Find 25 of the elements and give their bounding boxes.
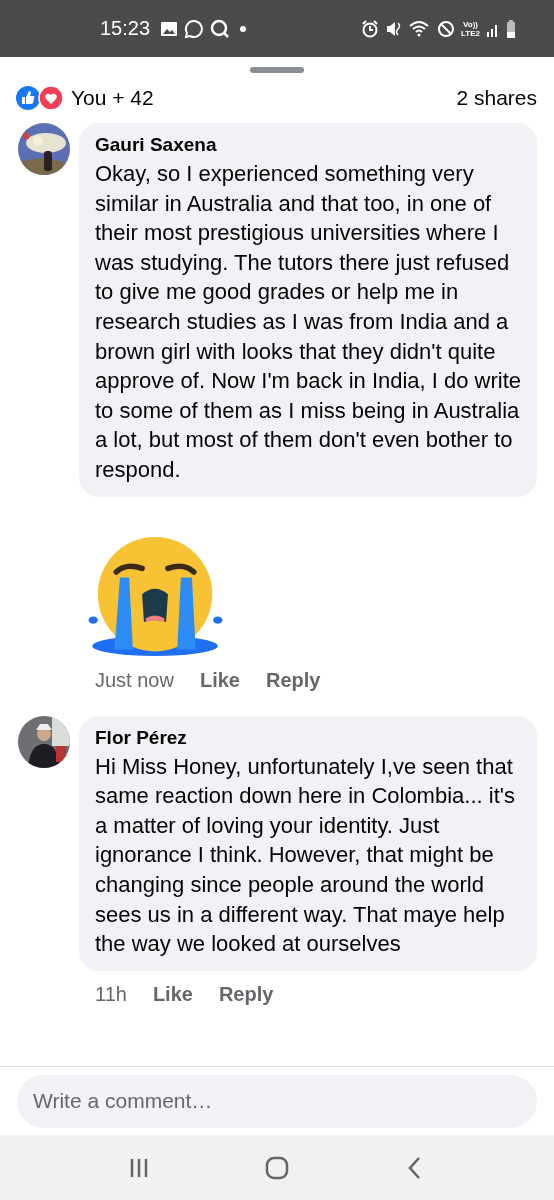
network-label: LTE2	[461, 28, 480, 38]
image-icon	[160, 20, 179, 37]
comment-text: Hi Miss Honey, unfortunately I,ve seen that same reaction down here in Colombia... it's a matter of loving your identity. Just ignorance I think. However, that might be changing since people around the world sees us in a different way. That maye help the way we looked at ourselves	[95, 752, 516, 959]
reply-button[interactable]: Reply	[265, 668, 321, 692]
comment-author[interactable]: Flor Pérez	[95, 726, 523, 749]
network-label: Vo))	[463, 19, 478, 29]
status-time: 15:23	[100, 17, 151, 40]
reply-button[interactable]: Reply	[218, 982, 274, 1006]
search-icon	[210, 18, 231, 39]
reaction-icons	[15, 85, 65, 111]
alarm-icon	[361, 19, 380, 38]
comment-author[interactable]: Gauri Saxena	[95, 134, 523, 156]
shares-count[interactable]: 2 shares	[456, 86, 537, 110]
drag-handle[interactable]	[250, 67, 304, 73]
comment-text: Okay, so I experienced something very similar in Australia and that too, in one of their most prestigious universities where I was studying. The tutors there just refused to give me good grades or help me in research studies as I was from India and a brown girl with looks that they didn't quite approve of. Now I'm back in India, I do write to some of them as I miss being in Australia a lot, but most of them don't even bother to respond.	[95, 160, 523, 484]
blocked-icon	[437, 19, 456, 38]
comment-time: Just now	[95, 668, 174, 692]
home-icon[interactable]	[264, 1154, 290, 1181]
comment-time: 11h	[95, 982, 127, 1006]
like-button[interactable]: Like	[199, 668, 240, 692]
reaction-summary[interactable]: You + 42	[71, 86, 154, 110]
chat-bubble-icon	[184, 18, 205, 39]
like-button[interactable]: Like	[152, 982, 193, 1006]
comment-input[interactable]: Write a comment…	[17, 1074, 537, 1128]
battery-icon	[506, 19, 516, 38]
